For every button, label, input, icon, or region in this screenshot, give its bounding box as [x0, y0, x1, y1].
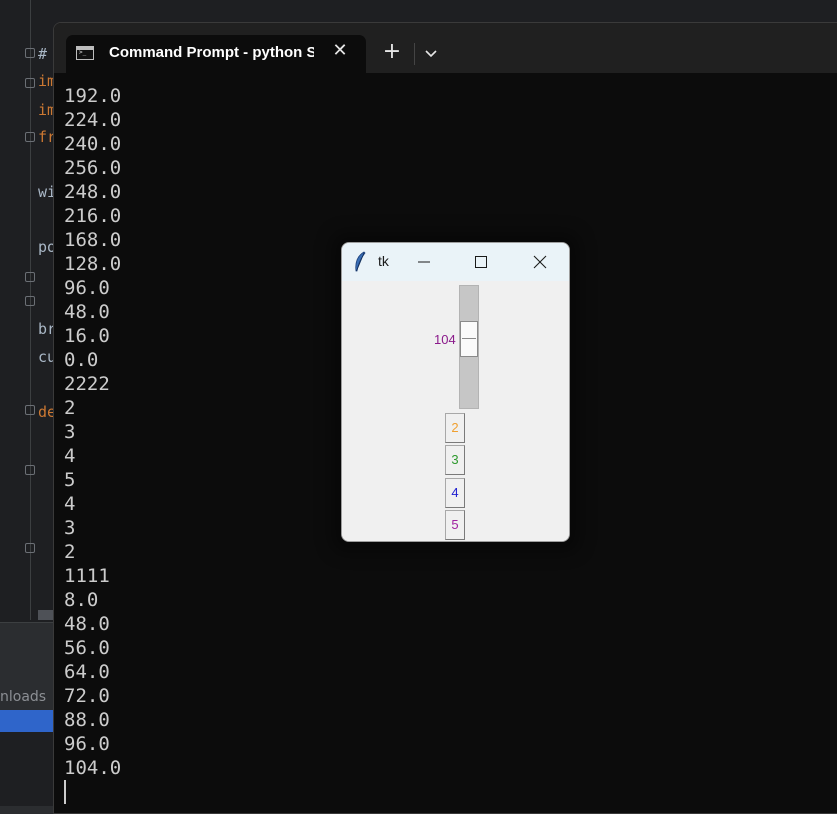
tk-feather-icon: [355, 251, 366, 272]
terminal-output-line: 128.0: [64, 253, 122, 275]
new-tab-button[interactable]: +: [380, 41, 404, 65]
ide-bottom-toolbar: [0, 622, 60, 651]
terminal-tab-bar: Command Prompt - python S ✕ +: [54, 23, 837, 73]
terminal-output-line: 0.0: [64, 349, 99, 371]
terminal-output-line: 3: [64, 517, 76, 539]
ide-selected-row[interactable]: [0, 710, 60, 732]
ide-code-fragment: #: [38, 45, 48, 63]
close-button[interactable]: [520, 247, 560, 277]
terminal-output-line: 2: [64, 541, 76, 563]
fold-marker-icon[interactable]: [25, 78, 35, 88]
terminal-output-line: 48.0: [64, 613, 110, 635]
tab-title: Command Prompt - python S: [109, 44, 314, 61]
tab-dropdown-button[interactable]: [420, 41, 442, 65]
terminal-output-line: 4: [64, 445, 76, 467]
maximize-icon: [475, 256, 487, 268]
terminal-output-line: 16.0: [64, 325, 110, 347]
button-5[interactable]: 5: [445, 510, 465, 540]
terminal-output-line: 168.0: [64, 229, 122, 251]
terminal-output-line: 5: [64, 469, 76, 491]
fold-marker-icon[interactable]: [25, 48, 35, 58]
terminal-output-line: 248.0: [64, 181, 122, 203]
fold-marker-icon[interactable]: [25, 543, 35, 553]
tk-window-content: 104 2 3 4 5: [342, 281, 569, 541]
terminal-output[interactable]: 192.0 224.0 240.0 256.0 248.0 216.0 168.0 128.0…: [64, 84, 121, 780]
ide-horizontal-scrollbar[interactable]: [38, 610, 54, 620]
downloads-label: nloads: [0, 689, 47, 705]
terminal-output-line: 96.0: [64, 277, 110, 299]
tk-window-title: tk: [378, 253, 389, 269]
terminal-output-line: 88.0: [64, 709, 110, 731]
terminal-output-line: 256.0: [64, 157, 122, 179]
fold-marker-icon[interactable]: [25, 405, 35, 415]
tab-close-icon[interactable]: ✕: [330, 41, 350, 61]
terminal-output-line: 56.0: [64, 637, 110, 659]
ide-tool-window: nloads: [0, 650, 60, 710]
terminal-output-line: 192.0: [64, 85, 122, 107]
terminal-output-line: 224.0: [64, 109, 122, 131]
fold-marker-icon[interactable]: [25, 272, 35, 282]
text-cursor: [64, 780, 66, 804]
command-prompt-icon: [76, 46, 94, 60]
terminal-output-line: 48.0: [64, 301, 110, 323]
tab-bar-divider: [414, 43, 415, 65]
fold-marker-icon[interactable]: [25, 465, 35, 475]
terminal-output-line: 2: [64, 397, 76, 419]
ide-gutter-line: [30, 0, 31, 620]
terminal-output-line: 72.0: [64, 685, 110, 707]
close-icon: [533, 255, 547, 269]
terminal-output-line: 4: [64, 493, 76, 515]
terminal-output-line: 2222: [64, 373, 110, 395]
terminal-output-line: 104.0: [64, 757, 122, 779]
terminal-output-line: 96.0: [64, 733, 110, 755]
scale-value-label: 104: [434, 332, 456, 347]
terminal-output-line: 240.0: [64, 133, 122, 155]
terminal-output-line: 3: [64, 421, 76, 443]
minimize-icon: [418, 261, 430, 263]
terminal-output-line: 216.0: [64, 205, 122, 227]
button-3[interactable]: 3: [445, 445, 465, 475]
button-2[interactable]: 2: [445, 413, 465, 443]
minimize-button[interactable]: [404, 247, 444, 277]
terminal-output-line: 1111: [64, 565, 110, 587]
chevron-down-icon: [425, 50, 437, 58]
tk-window: tk 104 2 3 4 5: [341, 242, 570, 542]
terminal-tab[interactable]: Command Prompt - python S ✕: [66, 35, 366, 73]
terminal-output-line: 8.0: [64, 589, 99, 611]
scale-slider-handle[interactable]: [460, 321, 478, 357]
maximize-button[interactable]: [460, 247, 500, 277]
tk-title-bar[interactable]: tk: [342, 243, 569, 281]
fold-marker-icon[interactable]: [25, 132, 35, 142]
fold-marker-icon[interactable]: [25, 296, 35, 306]
terminal-output-line: 64.0: [64, 661, 110, 683]
button-4[interactable]: 4: [445, 478, 465, 508]
